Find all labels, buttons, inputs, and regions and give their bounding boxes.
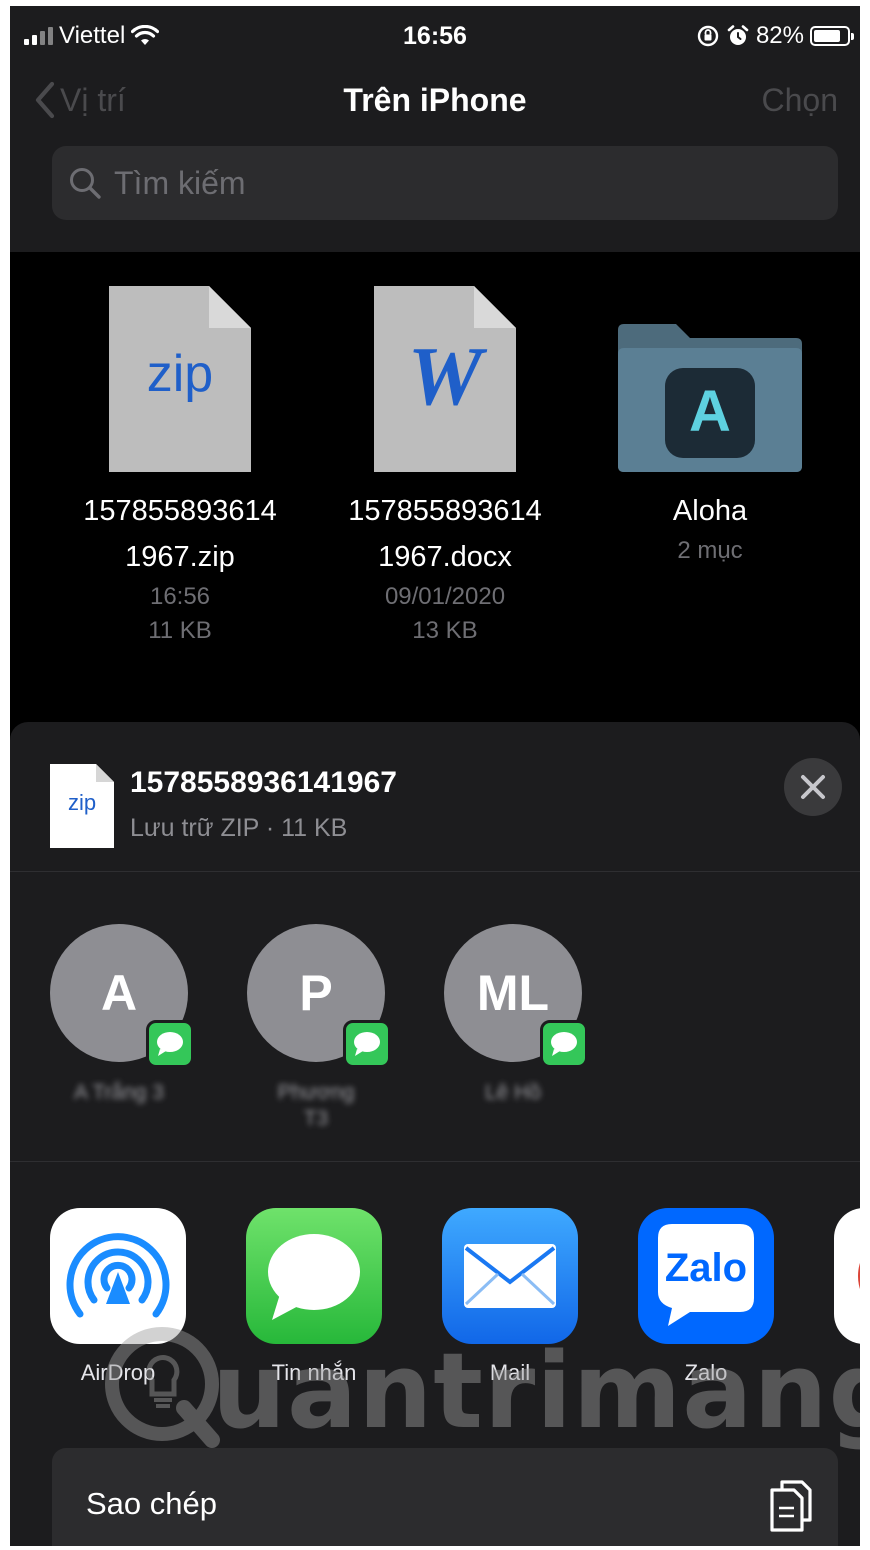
app-label: AirDrop (80, 1360, 156, 1385)
file-meta-line2: 13 KB (412, 617, 478, 644)
avatar-initials: P (299, 965, 333, 1021)
avatar-initials: A (100, 965, 138, 1021)
apps-row: AirDrop Tin nhắn Mail Zalo Zalo (10, 1162, 860, 1402)
screen: Viettel 16:56 82% Vị trí Trên iPhone Chọ… (10, 6, 860, 1546)
copy-action[interactable]: Sao chép (52, 1448, 838, 1546)
app-chrome[interactable]: C (822, 1208, 860, 1386)
contacts-row: A A Trắng 3 P Phương T3 ML Lê Hồ (10, 872, 860, 1162)
search-input[interactable] (114, 164, 754, 202)
share-sheet: zip 1578558936141967 Lưu trữ ZIP · 11 KB… (10, 722, 860, 1546)
file-name-line1: 157855893614 (83, 495, 277, 527)
word-file-icon: W (374, 286, 516, 472)
file-name-line2: 1967.docx (378, 541, 512, 573)
word-file-icon-text: W (407, 330, 483, 423)
messages-badge-icon (343, 1020, 391, 1068)
app-mail[interactable]: Mail (430, 1208, 590, 1386)
navigation-bar: Vị trí Trên iPhone Chọn (10, 76, 860, 126)
contact-item[interactable]: A A Trắng 3 (29, 924, 209, 1106)
choose-button[interactable]: Chọn (762, 82, 839, 119)
file-meta-line2: 11 KB (148, 617, 212, 644)
zalo-icon: Zalo (638, 1208, 774, 1344)
avatar-initials: ML (476, 965, 550, 1021)
mail-icon (442, 1208, 578, 1344)
avatar: P (247, 924, 391, 1068)
close-icon (801, 775, 825, 799)
share-file-icon-text: zip (67, 790, 97, 815)
avatar: ML (444, 924, 588, 1068)
folder-meta: 2 mục (677, 537, 743, 564)
contact-item[interactable]: P Phương T3 (226, 924, 406, 1132)
copy-icon (770, 1480, 812, 1532)
file-meta-line1: 09/01/2020 (384, 583, 506, 610)
airdrop-icon (50, 1208, 186, 1344)
file-item-zip[interactable]: zip 157855893614 1967.zip 16:56 11 KB (50, 286, 310, 648)
contact-name: A Trắng 3 (74, 1081, 164, 1104)
share-file-subtitle: Lưu trữ ZIP · 11 KB (130, 814, 348, 842)
app-label: Zalo (684, 1360, 728, 1385)
zalo-icon-text: Zalo (664, 1246, 748, 1290)
battery-icon (810, 26, 854, 46)
app-label: Tin nhắn (271, 1360, 357, 1385)
battery-percent: 82% (755, 22, 804, 49)
file-meta: 09/01/2020 13 KB (315, 580, 575, 648)
file-item-docx[interactable]: W 157855893614 1967.docx 09/01/2020 13 K… (315, 286, 575, 648)
messages-badge-icon (540, 1020, 588, 1068)
search-bar[interactable] (52, 146, 838, 220)
alarm-icon (727, 25, 749, 45)
file-meta-line1: 16:56 (149, 583, 211, 610)
file-meta: 16:56 11 KB (50, 580, 310, 648)
avatar: A (50, 924, 194, 1068)
file-name: 157855893614 1967.zip (50, 488, 310, 580)
app-messages[interactable]: Tin nhắn (234, 1208, 394, 1386)
status-right: 82% (696, 16, 854, 56)
app-label: Mail (489, 1360, 531, 1385)
close-button[interactable] (784, 758, 842, 816)
top-bar: Viettel 16:56 82% Vị trí Trên iPhone Chọ… (10, 6, 860, 252)
folder-icon: A (614, 286, 806, 472)
copy-label: Sao chép (86, 1486, 217, 1521)
zip-file-icon-text: zip (146, 345, 214, 403)
app-label: C (822, 1360, 860, 1386)
messages-badge-icon (146, 1020, 194, 1068)
share-file-icon: zip (50, 764, 114, 848)
file-name-line1: 157855893614 (348, 495, 542, 527)
share-sheet-header: zip 1578558936141967 Lưu trữ ZIP · 11 KB (10, 722, 860, 872)
folder-item-aloha[interactable]: A Aloha 2 mục (580, 286, 840, 568)
zip-file-icon: zip (109, 286, 251, 472)
share-file-title: 1578558936141967 (130, 766, 397, 799)
contact-name: Lê Hồ (484, 1081, 542, 1104)
folder-name: Aloha (672, 495, 748, 527)
page-title: Trên iPhone (343, 82, 527, 118)
app-zalo[interactable]: Zalo Zalo (626, 1208, 786, 1386)
chrome-icon (834, 1208, 860, 1344)
contact-name: Phương T3 (277, 1081, 355, 1130)
file-name-line2: 1967.zip (125, 541, 235, 573)
search-icon (70, 168, 101, 199)
app-airdrop[interactable]: AirDrop (38, 1208, 198, 1386)
aloha-app-letter: A (689, 379, 731, 444)
contact-item[interactable]: ML Lê Hồ (423, 924, 603, 1106)
orientation-lock-icon (697, 25, 719, 47)
file-name: 157855893614 1967.docx (315, 488, 575, 580)
messages-icon (246, 1208, 382, 1344)
